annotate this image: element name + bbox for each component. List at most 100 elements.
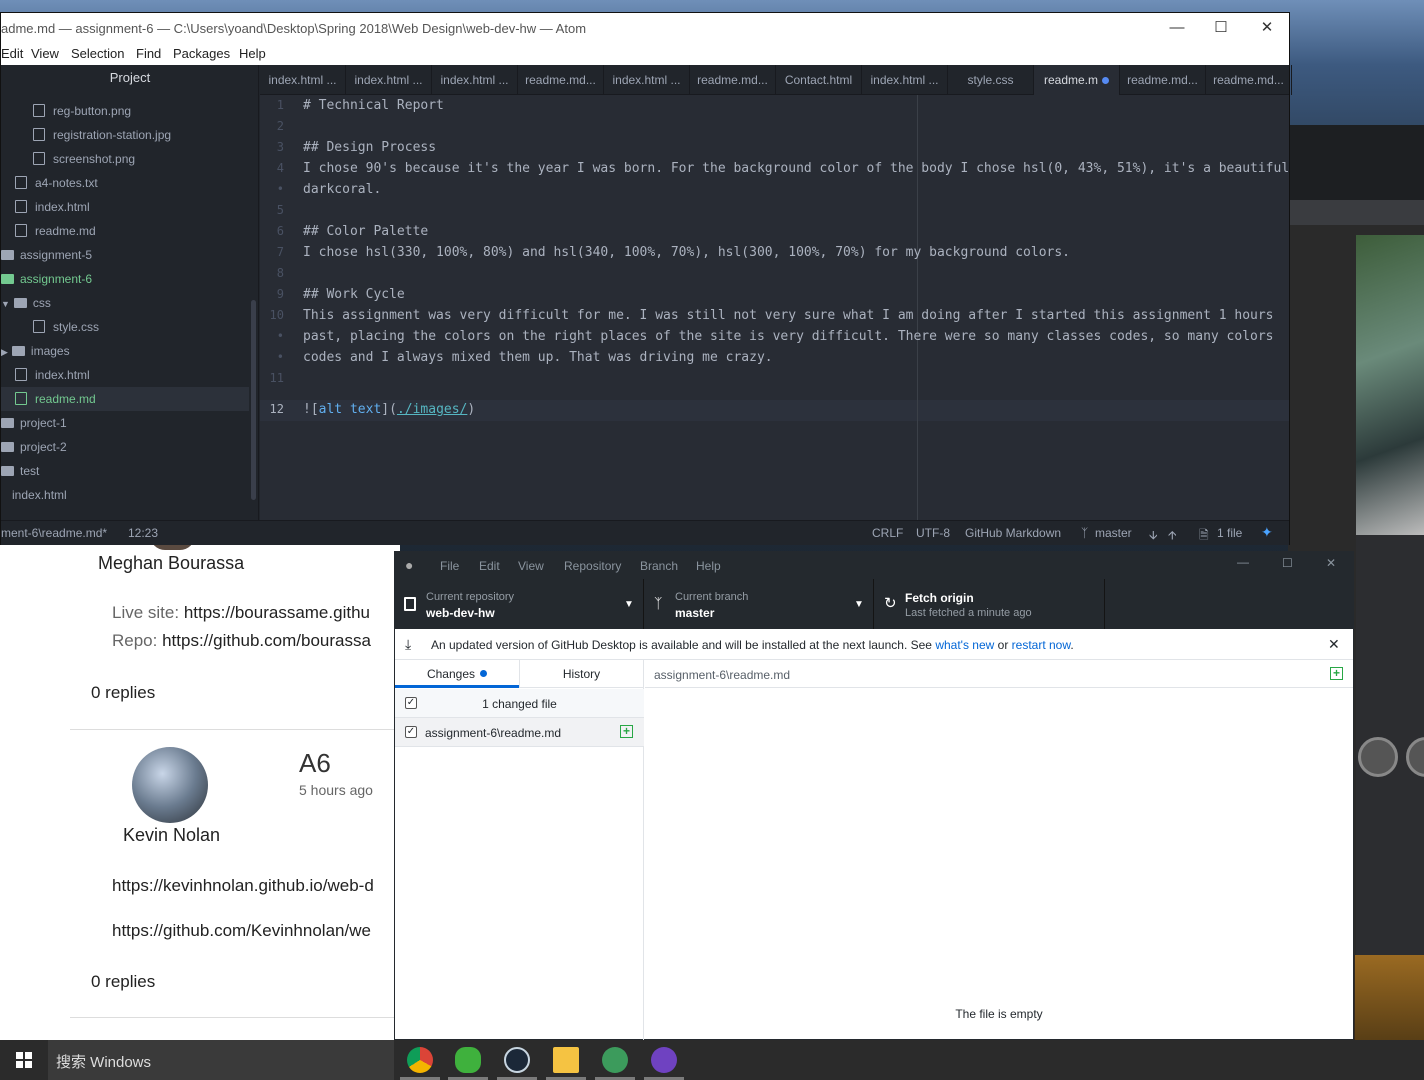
live-site-link[interactable]: https://bourassame.githu xyxy=(184,603,370,622)
tab[interactable]: readme.md... xyxy=(518,65,604,95)
tree-folder[interactable]: test xyxy=(1,459,39,483)
repo-label: Repo: xyxy=(112,631,163,650)
tree-file[interactable]: index.html xyxy=(1,483,67,507)
tab[interactable]: readme.md... xyxy=(1206,65,1292,95)
menu-find[interactable]: Find xyxy=(136,46,161,61)
tree-folder[interactable]: assignment-5 xyxy=(1,243,92,267)
github-desktop-icon[interactable] xyxy=(651,1047,677,1073)
minimize-icon[interactable]: — xyxy=(1237,555,1249,569)
post-title[interactable]: A6 xyxy=(299,748,331,779)
status-grammar[interactable]: GitHub Markdown xyxy=(965,526,1061,540)
added-file-icon: + xyxy=(620,725,633,738)
tree-file[interactable]: reg-button.png xyxy=(33,99,131,123)
close-icon[interactable]: ✕ xyxy=(1326,556,1336,570)
tree-folder[interactable]: project-2 xyxy=(1,435,67,459)
chrome-icon[interactable] xyxy=(407,1047,433,1073)
gh-menu-help[interactable]: Help xyxy=(696,559,721,573)
minimize-icon[interactable]: — xyxy=(1167,19,1187,37)
tab-history[interactable]: History xyxy=(519,660,643,688)
wechat-icon[interactable] xyxy=(455,1047,481,1073)
menu-view[interactable]: View xyxy=(31,46,59,61)
tab[interactable]: index.html ... xyxy=(346,65,432,95)
status-branch[interactable]: master xyxy=(1095,526,1132,540)
menu-help[interactable]: Help xyxy=(239,46,266,61)
post-link[interactable]: https://kevinhnolan.github.io/web-d xyxy=(112,876,374,896)
taskbar-search-box[interactable]: 搜索 Windows xyxy=(48,1040,394,1080)
gh-titlebar[interactable]: ● File Edit View Repository Branch Help … xyxy=(395,552,1353,579)
tab[interactable]: Contact.html xyxy=(776,65,862,95)
gh-menu-edit[interactable]: Edit xyxy=(479,559,500,573)
tree-file[interactable]: index.html xyxy=(15,363,90,387)
changed-file-row[interactable]: ✓ assignment-6\readme.md + xyxy=(395,718,644,747)
search-input[interactable]: 搜索 Windows xyxy=(56,1051,151,1072)
gh-menu-file[interactable]: File xyxy=(440,559,459,573)
atom-icon[interactable] xyxy=(602,1047,628,1073)
tree-folder[interactable]: project-1 xyxy=(1,411,67,435)
tree-file[interactable]: registration-station.jpg xyxy=(33,123,171,147)
squirrel-update-icon[interactable]: ✦ xyxy=(1261,524,1273,541)
atom-titlebar[interactable]: adme.md — assignment-6 — C:\Users\yoand\… xyxy=(1,13,1289,43)
code-editor[interactable]: 1 2 3 4 • 5 6 7 8 9 10 • • 11 12 # Techn… xyxy=(260,95,1289,526)
tree-folder[interactable]: assignment-6 xyxy=(1,267,92,291)
image-file-icon xyxy=(33,128,45,141)
tree-folder[interactable]: ▼ css xyxy=(1,291,51,315)
diff-header: assignment-6\readme.md + xyxy=(645,660,1353,688)
tree-file[interactable]: index.html xyxy=(15,195,90,219)
fetch-origin-button[interactable]: ↻ Fetch origin Last fetched a minute ago xyxy=(874,579,1105,629)
tree-file[interactable]: style.css xyxy=(33,315,99,339)
code-line: I chose hsl(330, 100%, 80%) and hsl(340,… xyxy=(303,245,1071,260)
tree-file[interactable]: a4-notes.txt xyxy=(15,171,98,195)
tab[interactable]: index.html ... xyxy=(862,65,948,95)
gh-menu-view[interactable]: View xyxy=(518,559,544,573)
gh-menu-repository[interactable]: Repository xyxy=(564,559,621,573)
file-icon xyxy=(33,320,45,333)
select-all-row[interactable]: ✓ 1 changed file xyxy=(395,689,644,718)
whats-new-link[interactable]: what's new xyxy=(935,638,994,652)
tree-file[interactable]: readme.md xyxy=(15,219,96,243)
menu-edit[interactable]: Edit xyxy=(1,46,23,61)
file-checkbox[interactable]: ✓ xyxy=(405,726,417,738)
status-changed-files[interactable]: 1 file xyxy=(1217,526,1242,540)
changes-sidebar: Changes History ✓ 1 changed file ✓ assig… xyxy=(395,660,644,1041)
status-cursor-position[interactable]: 12:23 xyxy=(128,526,158,540)
steam-icon[interactable] xyxy=(504,1047,530,1073)
maximize-icon[interactable]: ☐ xyxy=(1282,556,1293,570)
tab[interactable]: index.html ... xyxy=(260,65,346,95)
close-icon[interactable]: ✕ xyxy=(1328,636,1340,653)
avatar[interactable] xyxy=(132,747,208,823)
replies-count[interactable]: 0 replies xyxy=(91,972,155,992)
tab[interactable]: readme.md... xyxy=(690,65,776,95)
replies-count[interactable]: 0 replies xyxy=(91,683,155,703)
post-link[interactable]: https://github.com/Kevinhnolan/we xyxy=(112,921,371,941)
repository-selector[interactable]: Current repository web-dev-hw ▼ xyxy=(395,579,644,629)
restart-now-link[interactable]: restart now xyxy=(1012,638,1071,652)
maximize-icon[interactable]: ☐ xyxy=(1211,19,1231,37)
menu-selection[interactable]: Selection xyxy=(71,46,124,61)
git-branch-icon: ᛉ xyxy=(1081,526,1089,540)
arrow-down-icon[interactable]: 🡫 xyxy=(1149,526,1158,547)
windows-start-button[interactable] xyxy=(0,1040,48,1080)
arrow-up-icon[interactable]: 🡩 xyxy=(1168,526,1177,547)
branch-selector[interactable]: ᛉ Current branch master ▼ xyxy=(644,579,874,629)
tab[interactable]: style.css xyxy=(948,65,1034,95)
tree-folder[interactable]: ▶ images xyxy=(1,339,70,363)
scrollbar[interactable] xyxy=(251,300,256,500)
tab[interactable]: index.html ... xyxy=(604,65,690,95)
post-author[interactable]: Kevin Nolan xyxy=(123,825,220,846)
close-icon[interactable]: ✕ xyxy=(1257,19,1277,37)
gh-menu-branch[interactable]: Branch xyxy=(640,559,678,573)
tree-file-selected[interactable]: readme.md xyxy=(1,387,249,411)
file-explorer-icon[interactable] xyxy=(553,1047,579,1073)
menu-packages[interactable]: Packages xyxy=(173,46,230,61)
tab-active[interactable]: readme.m xyxy=(1034,65,1120,95)
repo-link[interactable]: https://github.com/bourassa xyxy=(162,631,371,650)
code-line: ## Work Cycle xyxy=(303,287,405,302)
atom-window: adme.md — assignment-6 — C:\Users\yoand\… xyxy=(0,12,1292,547)
status-encoding[interactable]: UTF-8 xyxy=(916,526,950,540)
status-line-ending[interactable]: CRLF xyxy=(872,526,903,540)
tab[interactable]: readme.md... xyxy=(1120,65,1206,95)
tree-file[interactable]: screenshot.png xyxy=(33,147,135,171)
tab-changes[interactable]: Changes xyxy=(395,660,519,688)
tab[interactable]: index.html ... xyxy=(432,65,518,95)
status-file-path[interactable]: ment-6\readme.md* xyxy=(1,526,107,540)
